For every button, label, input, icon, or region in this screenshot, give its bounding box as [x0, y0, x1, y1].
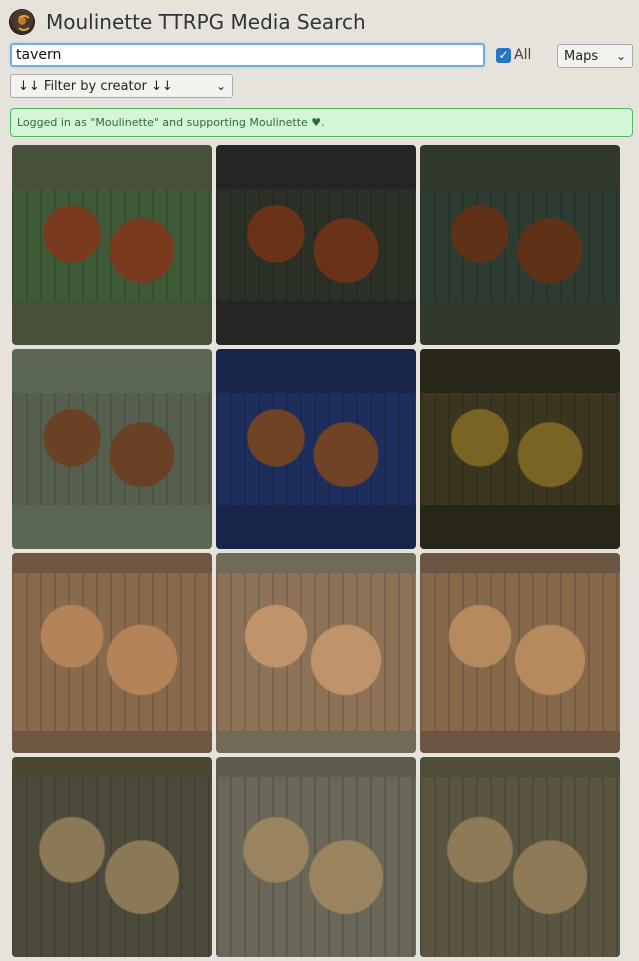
map-thumbnail — [420, 393, 620, 505]
map-thumbnail — [216, 189, 416, 301]
map-result-tile[interactable] — [216, 757, 416, 957]
moulinette-logo-icon — [10, 10, 34, 34]
map-result-tile[interactable] — [12, 757, 212, 957]
chevron-down-icon: ⌄ — [215, 79, 226, 93]
chevron-down-icon: ⌄ — [615, 49, 626, 63]
map-thumbnail — [420, 777, 620, 957]
map-result-tile[interactable] — [420, 757, 620, 957]
map-result-tile[interactable] — [216, 349, 416, 549]
map-result-tile[interactable] — [420, 145, 620, 345]
map-result-tile[interactable] — [12, 349, 212, 549]
map-result-tile[interactable] — [420, 553, 620, 753]
map-thumbnail — [216, 393, 416, 505]
media-type-selected: Maps — [564, 48, 599, 64]
app-header: Moulinette TTRPG Media Search — [10, 8, 366, 36]
creator-filter-select[interactable]: ↓↓ Filter by creator ↓↓ ⌄ — [10, 74, 233, 98]
map-result-tile[interactable] — [420, 349, 620, 549]
map-thumbnail — [420, 573, 620, 731]
all-checkbox-label: All — [514, 47, 532, 63]
page-title: Moulinette TTRPG Media Search — [46, 10, 366, 34]
creator-filter-selected: ↓↓ Filter by creator ↓↓ — [18, 78, 173, 94]
map-result-tile[interactable] — [12, 145, 212, 345]
map-result-tile[interactable] — [12, 553, 212, 753]
map-thumbnail — [12, 189, 212, 301]
map-thumbnail — [12, 777, 212, 957]
map-thumbnail — [216, 777, 416, 957]
login-notice-text: Logged in as "Moulinette" and supporting… — [17, 116, 325, 129]
all-checkbox[interactable]: ✓ — [496, 48, 511, 63]
map-thumbnail — [420, 189, 620, 301]
media-type-select[interactable]: Maps ⌄ — [557, 44, 633, 68]
login-notice: Logged in as "Moulinette" and supporting… — [10, 108, 633, 137]
map-thumbnail — [12, 393, 212, 505]
search-input[interactable] — [10, 43, 485, 67]
map-thumbnail — [216, 573, 416, 731]
map-thumbnail — [12, 573, 212, 731]
map-result-tile[interactable] — [216, 145, 416, 345]
map-result-tile[interactable] — [216, 553, 416, 753]
